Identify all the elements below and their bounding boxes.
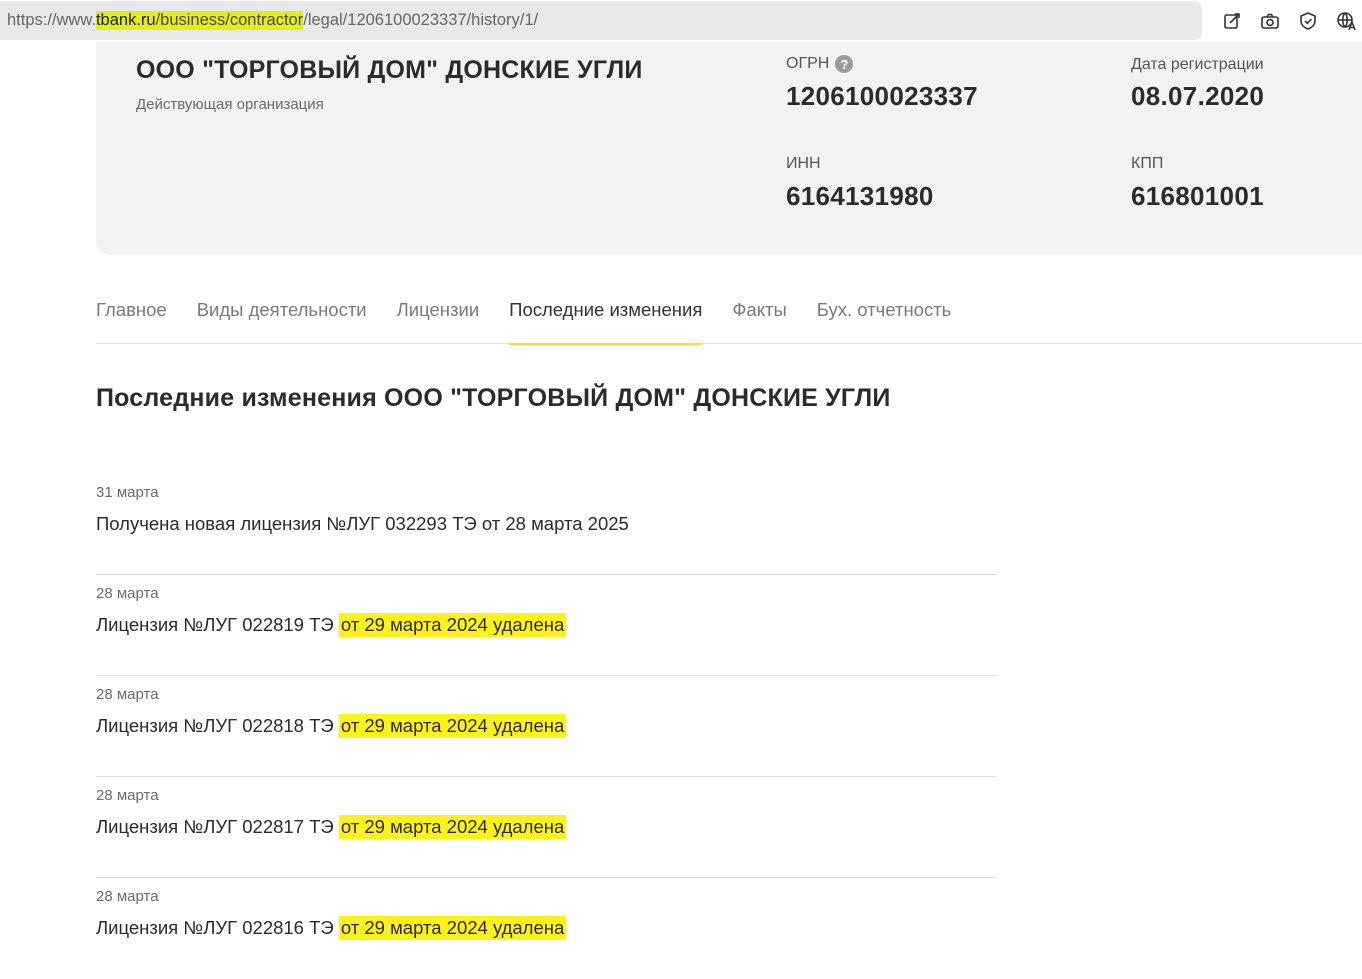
change-date: 31 марта <box>96 484 159 501</box>
browser-toolbar: https://www. tbank.ru/business/contractor… <box>0 0 1362 42</box>
change-text-highlight: от 29 марта 2024 удалена <box>338 916 567 940</box>
browser-actions <box>1220 9 1362 33</box>
page-title: Последние изменения ООО "ТОРГОВЫЙ ДОМ" Д… <box>96 384 891 412</box>
url-path-rest: /legal/1206100023337/history/1/ <box>303 11 539 29</box>
tab-main[interactable]: Главное <box>96 276 167 344</box>
tab-accounting[interactable]: Бух. отчетность <box>817 276 952 344</box>
change-date: 28 марта <box>96 787 159 804</box>
list-item: 28 марта Лицензия №ЛУГ 022816 ТЭ от 29 м… <box>96 878 996 979</box>
change-text-main: Лицензия №ЛУГ 022817 ТЭ <box>96 816 339 837</box>
changes-list: 31 марта Получена новая лицензия №ЛУГ 03… <box>96 474 996 979</box>
camera-icon[interactable] <box>1258 9 1282 33</box>
change-text: Получена новая лицензия №ЛУГ 032293 ТЭ о… <box>96 513 629 535</box>
kpp-value: 616801001 <box>1131 181 1264 211</box>
change-date: 28 марта <box>96 686 159 703</box>
tab-licenses[interactable]: Лицензии <box>397 276 480 344</box>
url-prefix: https://www. <box>7 11 96 29</box>
change-text-highlight: от 29 марта 2024 удалена <box>338 815 567 839</box>
company-status: Действующая организация <box>136 96 324 113</box>
change-text-highlight: от 29 марта 2024 удалена <box>338 714 567 738</box>
help-icon[interactable]: ? <box>835 55 854 73</box>
change-text-main: Лицензия №ЛУГ 022819 ТЭ <box>96 614 339 635</box>
change-text-highlight: от 29 марта 2024 удалена <box>338 613 567 637</box>
list-item: 28 марта Лицензия №ЛУГ 022817 ТЭ от 29 м… <box>96 777 996 878</box>
change-text-main: Лицензия №ЛУГ 022818 ТЭ <box>96 715 339 736</box>
kpp-label: КПП <box>1131 155 1164 172</box>
ogrn-label: ОГРН ? <box>786 55 854 73</box>
url-path-highlight: /business/contractor <box>155 11 304 30</box>
list-item: 28 марта Лицензия №ЛУГ 022819 ТЭ от 29 м… <box>96 575 996 676</box>
change-text-main: Получена новая лицензия №ЛУГ 032293 ТЭ о… <box>96 513 629 534</box>
list-item: 28 марта Лицензия №ЛУГ 022818 ТЭ от 29 м… <box>96 676 996 777</box>
change-date: 28 марта <box>96 585 159 602</box>
inn-label: ИНН <box>786 155 821 172</box>
change-text: Лицензия №ЛУГ 022819 ТЭ от 29 марта 2024… <box>96 613 567 637</box>
tab-activities[interactable]: Виды деятельности <box>197 276 367 344</box>
edit-page-icon[interactable] <box>1220 9 1244 33</box>
change-text: Лицензия №ЛУГ 022817 ТЭ от 29 марта 2024… <box>96 815 567 839</box>
ogrn-label-text: ОГРН <box>786 55 830 72</box>
url-domain: tbank.ru <box>95 11 156 30</box>
change-date: 28 марта <box>96 888 159 905</box>
change-text: Лицензия №ЛУГ 022818 ТЭ от 29 марта 2024… <box>96 714 567 738</box>
change-text: Лицензия №ЛУГ 022816 ТЭ от 29 марта 2024… <box>96 916 567 940</box>
inn-value: 6164131980 <box>786 181 934 211</box>
tab-recent-changes[interactable]: Последние изменения <box>509 276 703 345</box>
list-item: 31 марта Получена новая лицензия №ЛУГ 03… <box>96 474 996 575</box>
shield-icon[interactable] <box>1296 9 1320 33</box>
ogrn-value: 1206100023337 <box>786 81 978 111</box>
translate-icon[interactable] <box>1334 9 1358 33</box>
address-bar[interactable]: https://www. tbank.ru/business/contractor… <box>0 1 1202 40</box>
section-tabs: Главное Виды деятельности Лицензии После… <box>96 276 1362 345</box>
reg-date-value: 08.07.2020 <box>1131 81 1265 111</box>
company-name: ООО "ТОРГОВЫЙ ДОМ" ДОНСКИЕ УГЛИ <box>136 56 643 84</box>
tab-facts[interactable]: Факты <box>732 276 786 344</box>
reg-date-label: Дата регистрации <box>1131 56 1264 73</box>
change-text-main: Лицензия №ЛУГ 022816 ТЭ <box>96 917 339 938</box>
